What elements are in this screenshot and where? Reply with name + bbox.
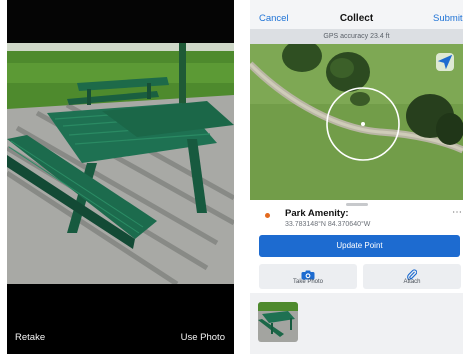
captured-photo (7, 43, 234, 284)
page-title: Collect (339, 13, 374, 24)
locate-arrow-icon (437, 54, 453, 70)
photo-thumbnail[interactable] (258, 302, 298, 342)
map-view[interactable] (250, 44, 463, 200)
camera-action-bar: Retake Use Photo (7, 284, 234, 354)
use-photo-button[interactable]: Use Photo (181, 332, 225, 343)
submit-button[interactable]: Submit (433, 13, 463, 24)
attach-label: Attach (403, 279, 421, 285)
locate-button[interactable] (436, 53, 454, 71)
attachments-strip (250, 293, 463, 354)
sheet-drag-handle[interactable] (346, 203, 368, 206)
camera-preview-screen: Retake Use Photo (7, 0, 234, 354)
feature-title: Park Amenity: (285, 208, 349, 219)
gps-accuracy-banner: GPS accuracy 23.4 ft (250, 29, 463, 44)
take-photo-label: Take Photo (292, 279, 324, 285)
attach-button[interactable]: Attach (363, 264, 461, 289)
take-photo-button[interactable]: Take Photo (259, 264, 357, 289)
attachment-actions: Take Photo Attach (259, 264, 461, 289)
retake-button[interactable]: Retake (15, 332, 45, 343)
point-symbol-icon (265, 213, 270, 218)
feature-sheet: Park Amenity: 33.783148°N 84.370640°W ⋯ … (250, 200, 463, 354)
feature-coordinates: 33.783148°N 84.370640°W (285, 221, 371, 228)
update-point-button[interactable]: Update Point (259, 235, 460, 257)
more-icon[interactable]: ⋯ (452, 207, 462, 218)
collect-screen: Cancel Collect Submit GPS accuracy 23.4 … (250, 0, 463, 354)
